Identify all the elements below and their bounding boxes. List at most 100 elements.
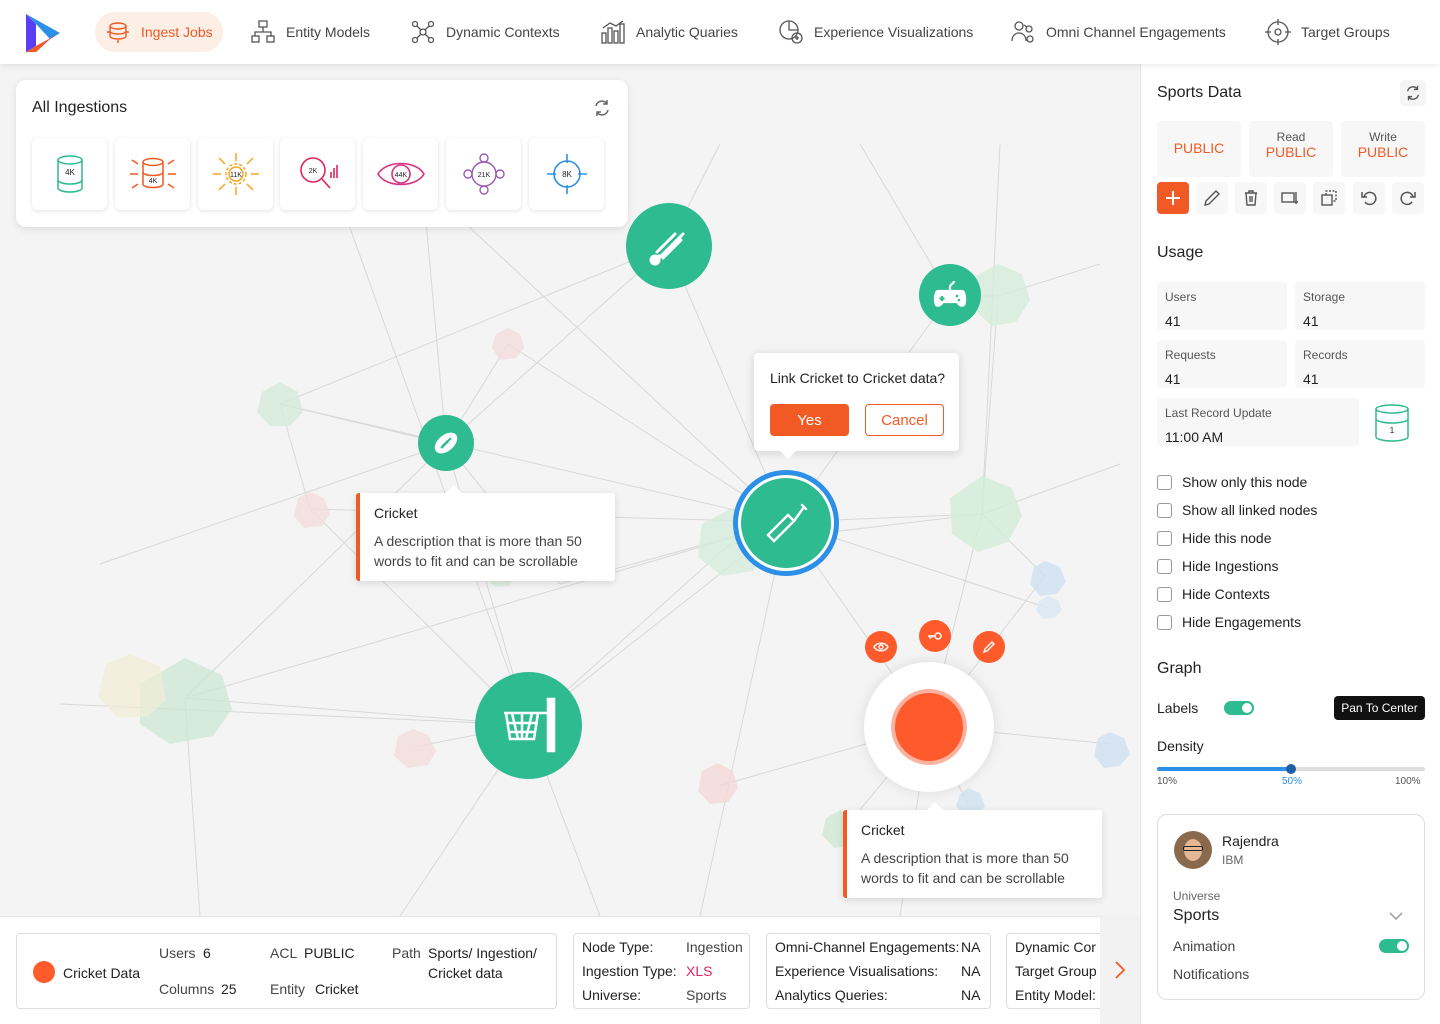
ingestion-card[interactable]: 4K <box>115 138 190 210</box>
duplicate-icon <box>1321 190 1337 206</box>
ingestion-card[interactable]: 8K <box>529 138 604 210</box>
chevron-down-icon[interactable] <box>1388 911 1404 921</box>
app-logo[interactable] <box>22 12 64 54</box>
nav-omni-channel-engagements[interactable]: Omni Channel Engagements <box>1000 12 1236 52</box>
ingest-icon <box>107 22 129 43</box>
edit-node-button[interactable] <box>973 631 1005 663</box>
checkbox-hide-contexts[interactable]: Hide Contexts <box>1157 585 1270 603</box>
stat-label: Storage <box>1303 290 1346 304</box>
node-type-card: Node Type: Ingestion Ingestion Type: XLS… <box>573 933 750 1009</box>
nav-entity-models[interactable]: Entity Models <box>240 12 380 52</box>
key-icon <box>928 632 942 640</box>
yes-button[interactable]: Yes <box>770 404 849 436</box>
nav-dynamic-contexts[interactable]: Dynamic Contexts <box>400 12 570 52</box>
node-name: Cricket Data <box>63 965 141 981</box>
node-gaming[interactable] <box>919 264 981 326</box>
nav-ingest-jobs[interactable]: Ingest Jobs <box>95 12 223 52</box>
ingestion-card[interactable]: 21K <box>446 138 521 210</box>
acl-public-card: PUBLIC <box>1157 121 1241 177</box>
node-cricket-data[interactable] <box>864 662 994 792</box>
checkbox[interactable] <box>1157 558 1172 574</box>
pan-to-center-button[interactable]: Pan To Center <box>1334 696 1425 720</box>
nav-experience-visualizations[interactable]: Experience Visualizations <box>768 12 983 52</box>
ingestion-type-value: XLS <box>686 963 713 979</box>
undo-button[interactable] <box>1353 182 1385 214</box>
avatar-glasses <box>1183 846 1203 851</box>
redo-button[interactable] <box>1392 182 1424 214</box>
animation-toggle[interactable] <box>1379 939 1409 953</box>
visualization-icon <box>779 20 803 44</box>
labels-toggle[interactable] <box>1224 701 1254 715</box>
stat-label: Last Record Update <box>1165 406 1272 420</box>
slider-fill <box>1157 767 1291 771</box>
link-node-button[interactable] <box>919 620 951 652</box>
edit-button[interactable] <box>1196 182 1228 214</box>
slider-handle[interactable] <box>1286 764 1296 774</box>
omni-label: Omni-Channel Engagements: <box>775 939 960 955</box>
animation-label: Animation <box>1173 938 1236 954</box>
dialog-arrow <box>780 451 796 459</box>
path-label: Path <box>392 945 421 961</box>
checkbox[interactable] <box>1157 530 1172 546</box>
omni-value: NA <box>961 939 981 955</box>
checkbox-label: Hide Engagements <box>1182 614 1302 630</box>
cancel-button[interactable]: Cancel <box>865 404 944 436</box>
stat-value: 41 <box>1165 371 1181 387</box>
ingestion-card[interactable]: 4K <box>32 138 107 210</box>
dynamic-context-icon <box>411 20 435 44</box>
storage-stat: Storage 41 <box>1295 282 1425 330</box>
move-button[interactable] <box>1274 182 1306 214</box>
checkbox[interactable] <box>1157 614 1172 630</box>
tooltip-title: Cricket <box>374 505 418 521</box>
duplicate-button[interactable] <box>1313 182 1345 214</box>
node-cricket-selected[interactable] <box>733 470 839 576</box>
checkbox[interactable] <box>1157 474 1172 490</box>
stat-label: Requests <box>1165 348 1216 362</box>
ingestion-card[interactable]: 2K <box>280 138 355 210</box>
checkbox-show-only-node[interactable]: Show only this node <box>1157 473 1307 491</box>
notifications-link[interactable]: Notifications <box>1173 966 1249 982</box>
density-slider[interactable] <box>1157 764 1425 774</box>
all-ingestions-panel: All Ingestions 4K 4K 11K 2K 44K 21K 8K <box>16 80 628 227</box>
refresh-button[interactable] <box>1400 80 1426 106</box>
chevron-right-icon[interactable] <box>1110 958 1130 982</box>
nav-target-groups[interactable]: Target Groups <box>1255 12 1400 52</box>
node-football[interactable] <box>418 415 474 471</box>
links-card: Omni-Channel Engagements: NA Experience … <box>766 933 991 1009</box>
add-button[interactable] <box>1157 182 1189 214</box>
last-update-stat: Last Record Update 11:00 AM <box>1157 398 1359 446</box>
nav-analytic-quaries[interactable]: Analytic Quaries <box>590 12 748 52</box>
tooltip-description: A description that is more than 50 words… <box>374 533 582 569</box>
view-node-button[interactable] <box>865 631 897 663</box>
checkbox-hide-engagements[interactable]: Hide Engagements <box>1157 613 1301 631</box>
stat-value: 11:00 AM <box>1165 429 1224 445</box>
checkbox[interactable] <box>1157 586 1172 602</box>
toggle-knob <box>1397 941 1407 951</box>
acl-value: PUBLIC <box>1173 140 1225 156</box>
ingestion-count: 44K <box>394 172 407 179</box>
entity-value: Cricket <box>315 981 359 997</box>
cricket-bat-icon <box>766 503 808 543</box>
density-mid-label: 50% <box>1282 776 1303 787</box>
trash-icon <box>1245 190 1257 206</box>
avatar[interactable] <box>1174 831 1212 869</box>
delete-button[interactable] <box>1235 182 1267 214</box>
universe-select[interactable]: Sports <box>1173 907 1219 925</box>
acl-write-card: Write PUBLIC <box>1341 121 1425 177</box>
database-burst-icon: 4K <box>129 157 176 189</box>
node-basketball[interactable] <box>475 672 582 779</box>
node-badminton[interactable] <box>626 203 712 289</box>
nav-label: Experience Visualizations <box>814 24 974 40</box>
database-icon: 4K <box>56 155 83 193</box>
node-ring <box>738 475 834 571</box>
nav-label: Ingest Jobs <box>141 24 213 40</box>
refresh-icon[interactable] <box>592 98 612 118</box>
checkbox-show-linked-nodes[interactable]: Show all linked nodes <box>1157 501 1317 519</box>
checkbox-hide-ingestions[interactable]: Hide Ingestions <box>1157 557 1279 575</box>
checkbox-hide-node[interactable]: Hide this node <box>1157 529 1272 547</box>
ingestion-card[interactable]: 44K <box>363 138 438 210</box>
checkbox[interactable] <box>1157 502 1172 518</box>
ingestion-card[interactable]: 11K <box>198 138 273 210</box>
summary-card: Cricket Data Users 6 Columns 25 ACL PUBL… <box>16 933 557 1009</box>
acl-label: ACL <box>270 945 298 961</box>
